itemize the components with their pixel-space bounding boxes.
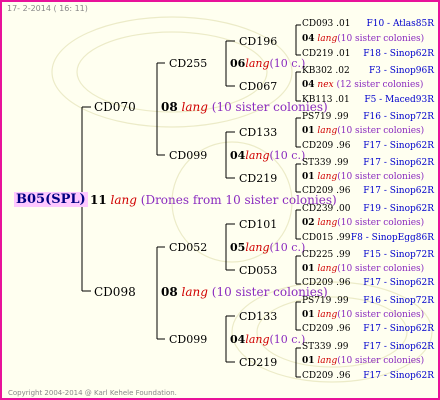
gen3-id: CD101	[239, 218, 278, 231]
gen4-location: F10 - Atlas85R	[366, 19, 434, 29]
gen3-id: CD133	[239, 126, 278, 139]
gen4-location: F15 - Sinop72R	[363, 250, 434, 260]
gen3-note: (10 sister colonies)	[337, 218, 425, 228]
gen2-breed: lang	[245, 241, 270, 254]
gen2-id: CD052	[169, 241, 208, 254]
gen4-id: PS719 .99	[302, 112, 349, 122]
gen4-location: F17 - Sinop62R	[363, 278, 434, 288]
gen3-id: CD133	[239, 310, 278, 323]
gen3-id: CD219	[239, 356, 278, 369]
gen3-breed: lang	[317, 310, 338, 320]
gen3-breed: nex	[317, 80, 334, 90]
gen4-id: KB113 .01	[302, 95, 350, 105]
gen3-note: (10 sister colonies)	[337, 264, 425, 274]
gen2-drone-count: 04	[230, 149, 246, 162]
gen4-location: F18 - Sinop62R	[363, 49, 434, 59]
gen4-location: F17 - Sinop62R	[363, 371, 434, 381]
gen2-id: CD099	[169, 149, 208, 162]
gen2-drone-count: 04	[230, 333, 246, 346]
gen3-note: (10 sister colonies)	[337, 356, 425, 366]
gen1-breed: lang	[181, 285, 208, 299]
gen4-id: CD209 .96	[302, 186, 351, 196]
gen2-drone-count: 05	[230, 241, 246, 254]
gen4-location: F17 - Sinop62R	[363, 158, 434, 168]
root-drone-count: 11	[90, 193, 107, 207]
gen3-drone-count: 01	[302, 126, 315, 136]
gen2-breed: lang	[245, 149, 270, 162]
gen4-id: CD209 .96	[302, 141, 351, 151]
gen3-id: CD196	[239, 35, 278, 48]
gen4-location: F8 - SinopEgg86R	[350, 233, 434, 243]
gen3-id: CD053	[239, 264, 278, 277]
gen3-drone-count: 01	[302, 356, 315, 366]
gen4-id: ST339 .99	[302, 158, 349, 168]
gen4-id: KB302 .02	[302, 66, 350, 76]
gen4-location: F16 - Sinop72R	[363, 296, 434, 306]
gen1-drone-count: 08	[161, 100, 178, 114]
report-date: 17- 2-2014 ( 16: 11)	[7, 4, 88, 13]
gen2-note: (10 c.)	[269, 57, 306, 70]
gen4-id: CD225 .99	[302, 250, 351, 260]
root-breed: lang	[110, 193, 137, 207]
gen1-drone-count: 08	[161, 285, 178, 299]
gen2-drone-info: 04lang(10 c.)	[230, 150, 305, 161]
gen4-id: ST339 .99	[302, 342, 349, 352]
gen2-note: (10 c.)	[269, 241, 306, 254]
gen3-drone-count: 01	[302, 310, 315, 320]
gen4-location: F3 - Sinop96R	[369, 66, 434, 76]
gen3-note: (10 sister colonies)	[337, 126, 425, 136]
gen3-drone-count: 01	[302, 264, 315, 274]
gen2-drone-info: 06lang(10 c.)	[230, 58, 305, 69]
gen3-drone-count: 01	[302, 172, 315, 182]
gen3-note: (10 sister colonies)	[337, 172, 425, 182]
gen2-drone-info: 05lang(10 c.)	[230, 242, 305, 253]
gen3-note: (12 sister colonies)	[336, 80, 424, 90]
gen4-location: F5 - Maced93R	[364, 95, 434, 105]
gen3-breed: lang	[317, 264, 338, 274]
gen4-id: CD209 .96	[302, 278, 351, 288]
gen4-id: CD093 .01	[302, 19, 351, 29]
gen3-note: (10 sister colonies)	[337, 310, 425, 320]
root-queen-id: B05(SPL)	[14, 192, 88, 207]
gen4-id: CD209 .96	[302, 324, 351, 334]
gen2-id: CD099	[169, 333, 208, 346]
gen3-drone-count: 04	[302, 80, 315, 90]
root-drone-info: 11 lang (Drones from 10 sister colonies)	[90, 194, 337, 206]
gen4-id: CD209 .96	[302, 371, 351, 381]
gen4-location: F17 - Sinop62R	[363, 342, 434, 352]
gen3-breed: lang	[317, 34, 338, 44]
gen4-id: PS719 .99	[302, 296, 349, 306]
gen3-id: CD067	[239, 80, 278, 93]
gen2-drone-count: 06	[230, 57, 246, 70]
gen3-note: (10 sister colonies)	[337, 34, 425, 44]
gen4-location: F17 - Sinop62R	[363, 186, 434, 196]
gen1-id: CD070	[94, 100, 136, 114]
gen2-breed: lang	[245, 333, 270, 346]
gen2-note: (10 c.)	[269, 333, 306, 346]
gen2-breed: lang	[245, 57, 270, 70]
gen4-id: CD015 .99	[302, 233, 351, 243]
gen4-location: F17 - Sinop62R	[363, 141, 434, 151]
gen4-id: CD219 .01	[302, 49, 351, 59]
pedigree-frame: 17- 2-2014 ( 16: 11) B05(SPL) 11 lang (D…	[0, 0, 440, 400]
gen2-id: CD255	[169, 57, 208, 70]
gen3-id: CD219	[239, 172, 278, 185]
gen3-breed: lang	[317, 218, 338, 228]
gen3-drone-count: 04	[302, 34, 315, 44]
gen4-location: F17 - Sinop62R	[363, 324, 434, 334]
gen1-id: CD098	[94, 285, 136, 299]
copyright-footer: Copyright 2004-2014 @ Karl Kehele Founda…	[8, 389, 177, 397]
gen4-location: F19 - Sinop62R	[363, 204, 434, 214]
gen3-breed: lang	[317, 356, 338, 366]
gen3-breed: lang	[317, 126, 338, 136]
gen4-location: F16 - Sinop72R	[363, 112, 434, 122]
gen3-drone-count: 02	[302, 218, 315, 228]
gen4-id: CD239 .00	[302, 204, 351, 214]
gen3-breed: lang	[317, 172, 338, 182]
gen2-note: (10 c.)	[269, 149, 306, 162]
gen1-breed: lang	[181, 100, 208, 114]
gen2-drone-info: 04lang(10 c.)	[230, 334, 305, 345]
